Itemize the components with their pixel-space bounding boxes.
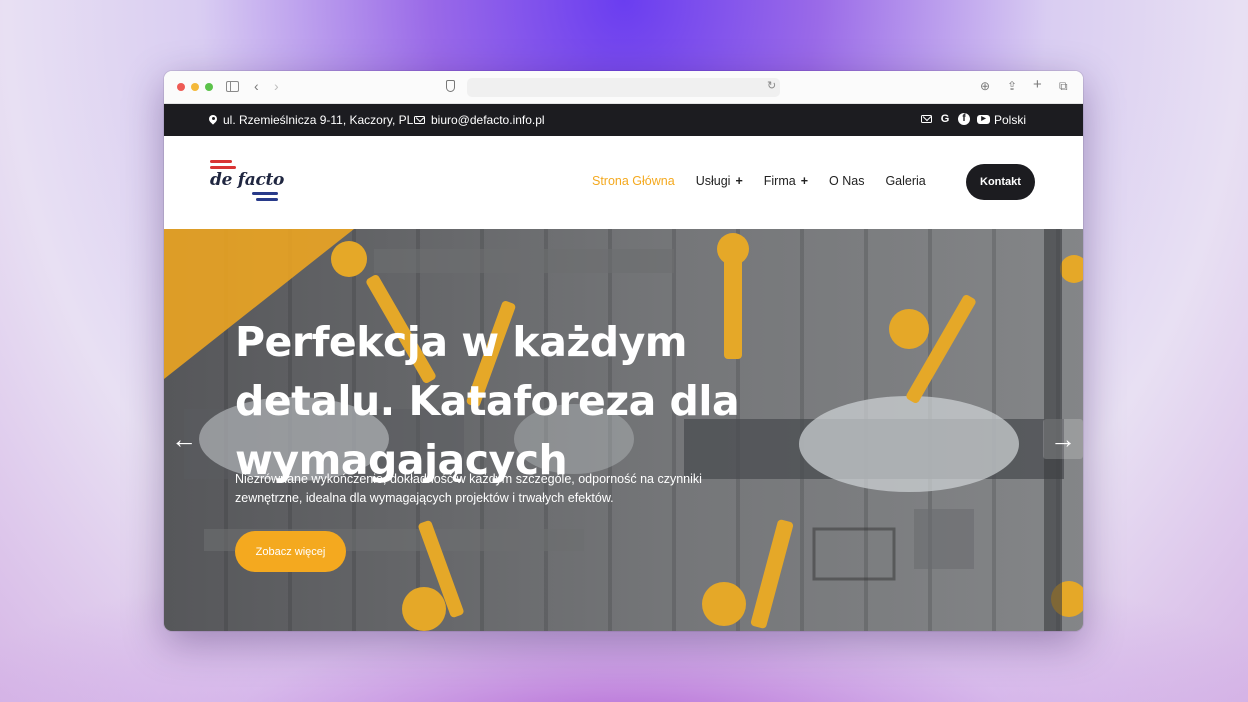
back-icon[interactable]: ‹	[254, 78, 259, 94]
browser-toolbar: ‹ › ↻ ⊕ ⇪ + ⧉	[164, 71, 1083, 104]
location-pin-icon	[209, 115, 217, 126]
previous-slide-arrow[interactable]: ←	[164, 419, 204, 459]
hero-slider: ← → Perfekcja w każdym detalu. Kataforez…	[164, 229, 1083, 631]
hero-headline: Perfekcja w każdym detalu. Kataforeza dl…	[235, 318, 740, 484]
nav-item-about[interactable]: O Nas	[829, 174, 864, 188]
logo-red-stripe-top	[210, 160, 232, 163]
zoom-window-button[interactable]	[205, 83, 213, 91]
reload-icon[interactable]: ↻	[767, 79, 776, 92]
youtube-icon[interactable]: ▶	[977, 115, 990, 124]
facebook-icon[interactable]: f	[958, 113, 970, 125]
browser-window: ‹ › ↻ ⊕ ⇪ + ⧉ ul. Rzemieślnicza 9-11, Ka…	[164, 71, 1083, 631]
nav-item-gallery[interactable]: Galeria	[885, 174, 925, 188]
sidebar-icon[interactable]	[226, 81, 239, 92]
logo-blue-stripe-top	[252, 192, 278, 195]
contact-button[interactable]: Kontakt	[966, 164, 1035, 200]
google-icon[interactable]: G	[939, 113, 951, 125]
contact-topbar: ul. Rzemieślnicza 9-11, Kaczory, PL biur…	[164, 104, 1083, 136]
site-header: de facto Strona Główna Usługi + Firma + O …	[164, 136, 1083, 229]
address-text: ul. Rzemieślnicza 9-11, Kaczory, PL	[223, 113, 414, 127]
site-logo[interactable]: de facto	[208, 158, 288, 206]
expand-icon: +	[735, 174, 743, 188]
hero-subtext: Niezrównane wykończenie, dokładność w ka…	[235, 472, 702, 505]
close-window-button[interactable]	[177, 83, 185, 91]
logo-text: de facto	[210, 170, 285, 190]
tabs-icon[interactable]: ⧉	[1059, 79, 1068, 94]
social-links: G f ▶	[921, 113, 990, 125]
nav-item-home[interactable]: Strona Główna	[592, 174, 675, 188]
share-icon[interactable]: ⇪	[1007, 79, 1017, 93]
main-navigation: Strona Główna Usługi + Firma + O Nas Galer…	[592, 174, 947, 188]
nav-item-services[interactable]: Usługi +	[696, 174, 743, 188]
expand-icon: +	[800, 174, 809, 188]
minimize-window-button[interactable]	[191, 83, 199, 91]
address-bar[interactable]	[467, 78, 780, 97]
mail-icon[interactable]	[921, 115, 932, 123]
nav-item-company[interactable]: Firma +	[764, 174, 808, 188]
email-info[interactable]: biuro@defacto.info.pl	[414, 113, 545, 127]
address-info: ul. Rzemieślnicza 9-11, Kaczory, PL	[209, 113, 413, 127]
email-link[interactable]: biuro@defacto.info.pl	[431, 113, 545, 127]
logo-blue-stripe-bottom	[256, 198, 278, 201]
logo-red-stripe-bottom	[210, 166, 236, 169]
see-more-button[interactable]: Zobacz więcej	[235, 531, 346, 572]
shield-icon[interactable]	[446, 80, 455, 92]
new-tab-icon[interactable]: +	[1033, 76, 1042, 93]
window-controls	[177, 83, 213, 91]
next-slide-arrow[interactable]: →	[1043, 419, 1083, 459]
language-selector[interactable]: Polski	[994, 113, 1026, 127]
forward-icon[interactable]: ›	[274, 78, 279, 94]
envelope-icon	[414, 116, 425, 124]
download-icon[interactable]: ⊕	[980, 79, 990, 93]
